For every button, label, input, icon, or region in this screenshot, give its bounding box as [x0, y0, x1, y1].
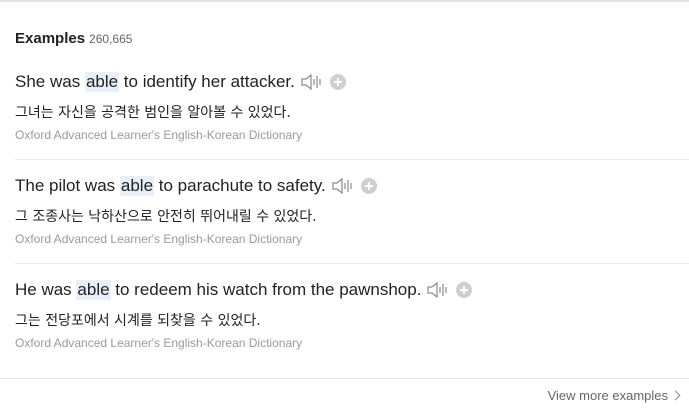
- example-translation: 그녀는 자신을 공격한 범인을 알아볼 수 있었다.: [15, 105, 291, 121]
- speaker-icon[interactable]: [332, 177, 354, 195]
- add-to-wordbook-button[interactable]: [329, 74, 346, 90]
- keyword-highlight[interactable]: able: [84, 72, 120, 92]
- example-sentence: He was able to redeem his watch from the…: [15, 280, 473, 300]
- sentence-text: He was: [15, 280, 77, 299]
- example-translation: 그 조종사는 낙하산으로 안전히 뛰어내릴 수 있었다.: [15, 209, 317, 225]
- example-sentence: The pilot was able to parachute to safet…: [15, 176, 377, 196]
- view-more-examples-link[interactable]: View more examples: [547, 388, 681, 403]
- example-source[interactable]: Oxford Advanced Learner's English-Korean…: [15, 336, 302, 350]
- view-more-label: View more examples: [547, 388, 668, 403]
- example-source[interactable]: Oxford Advanced Learner's English-Korean…: [15, 232, 302, 246]
- example-item: She was able to identify her attacker. 그…: [15, 56, 689, 160]
- sentence-text: The pilot was: [15, 176, 120, 195]
- sentence-text: to redeem his watch from the pawnshop.: [110, 280, 422, 299]
- keyword-highlight[interactable]: able: [76, 280, 111, 300]
- speaker-icon[interactable]: [427, 281, 449, 299]
- examples-title: Examples: [15, 30, 86, 47]
- examples-count: 260,665: [89, 32, 133, 46]
- add-to-wordbook-button[interactable]: [456, 282, 473, 298]
- add-to-wordbook-button[interactable]: [360, 178, 377, 194]
- keyword-highlight[interactable]: able: [119, 176, 155, 196]
- example-item: He was able to redeem his watch from the…: [15, 264, 689, 368]
- sentence-text: to parachute to safety.: [154, 176, 326, 195]
- top-border: [0, 0, 689, 2]
- sentence-text: to identify her attacker.: [119, 72, 295, 91]
- example-item: The pilot was able to parachute to safet…: [15, 160, 689, 264]
- footer-divider: [0, 378, 689, 379]
- example-source[interactable]: Oxford Advanced Learner's English-Korean…: [15, 128, 302, 142]
- chevron-right-icon: [670, 390, 681, 401]
- sentence-text: She was: [15, 72, 85, 91]
- example-translation: 그는 전당포에서 시계를 되찾을 수 있었다.: [15, 313, 261, 329]
- example-sentence: She was able to identify her attacker.: [15, 72, 346, 92]
- examples-header: Examples 260,665: [15, 30, 132, 47]
- speaker-icon[interactable]: [301, 73, 323, 91]
